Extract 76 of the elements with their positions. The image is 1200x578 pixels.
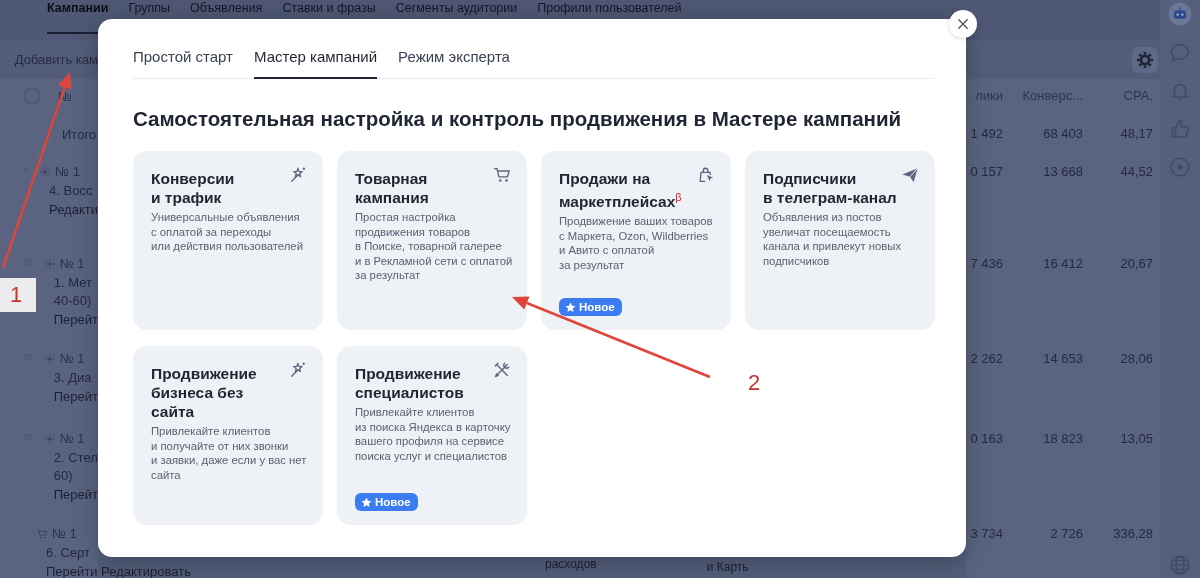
new-badge: Новое	[355, 493, 418, 511]
table-cell-text: 48,17	[1119, 125, 1153, 143]
card-description: Продвижение ваших товаров с Маркета, Ozon, Wildberries и Авито с оплатой за результат	[559, 214, 714, 273]
robot-avatar-icon[interactable]	[1168, 2, 1192, 26]
sparkle-icon	[39, 166, 52, 178]
table-cell-text: 20,67	[1119, 255, 1153, 273]
table-cell-text: 16 412	[1042, 255, 1084, 273]
annotation-number: 2	[747, 370, 762, 396]
row-action-link[interactable]: Перейт	[43, 310, 98, 330]
row-action-link[interactable]: Перейт	[43, 387, 98, 407]
new-badge: Новое	[559, 298, 622, 316]
close-icon	[957, 18, 969, 30]
paper-plane-icon	[901, 166, 919, 184]
magic-wand-icon	[289, 361, 307, 379]
table-cell-text: 13 668	[1042, 163, 1084, 181]
star-icon	[361, 496, 372, 508]
row-action-link[interactable]: Редакти	[39, 200, 98, 220]
mode-tab[interactable]: Мастер кампаний	[254, 47, 378, 79]
campaign-type-card[interactable]: Конверсии и трафик Универсальные объявления с оплатой за переходы или действия пользователей	[133, 151, 323, 330]
table-cell-text: 44,52	[1119, 163, 1153, 181]
card-title: Продвижение специалистов	[355, 364, 464, 402]
cell-text: и Карть	[706, 559, 749, 576]
table-cell-text: 2 726	[1049, 525, 1084, 543]
sparkle-icon	[43, 433, 56, 445]
table-cell-text: 28,06	[1119, 350, 1153, 368]
sparkle-icon	[43, 258, 56, 270]
campaign-name[interactable]: 3. Диа	[43, 369, 98, 387]
table-cell-text: 3 734	[969, 525, 1003, 543]
campaign-number: № 1	[52, 525, 77, 543]
row-action-link[interactable]: Перейти Редактировать	[36, 562, 191, 578]
card-description: Привлекайте клиентов из поиска Яндекса в карточку вашего профиля на сервисе поиска услуг и специалистов	[355, 405, 512, 463]
table-cell-text: 7 436	[969, 255, 1003, 273]
table-cell-text: 2 262	[969, 350, 1003, 368]
mode-tab[interactable]: Простой старт	[133, 47, 233, 79]
card-title: Продажи на маркетплейсах$^{β}$	[559, 169, 682, 212]
card-description: Привлекайте клиентов и получайте от них звонки и заявки, даже если у вас нет сайта	[151, 424, 308, 482]
card-title: Подписчики в телеграм-канал	[763, 169, 897, 207]
globe-icon[interactable]	[1169, 554, 1191, 576]
star-icon	[565, 301, 576, 313]
row-action-link[interactable]: Перейт	[43, 485, 98, 505]
campaign-type-card[interactable]: Товарная кампания Простая настройка продвижения товаров в Поиске, товарной галерее и в Рекламной сети с оплатой за результат	[337, 151, 527, 330]
card-title: Конверсии и трафик	[151, 169, 235, 207]
table-cell-text: 18 823	[1042, 430, 1084, 448]
campaign-name[interactable]: 4. Восс	[39, 182, 98, 200]
annotation-number: 1	[0, 278, 36, 312]
card-title: Продвижение бизнеса без сайта	[151, 364, 258, 421]
card-description: Простая настройка продвижения товаров в Поиске, товарной галерее и в Рекламной сети с оплатой за результат	[355, 210, 514, 283]
campaign-type-card[interactable]: Подписчики в телеграм-канал Объявления из постов увеличат посещаемость канала и привлекут новых подписчиков	[745, 151, 935, 330]
table-cell-text: 68 403	[1042, 125, 1084, 143]
total-label: Итого	[62, 126, 97, 142]
table-cell-text: 0 157	[969, 163, 1003, 181]
tools-icon	[493, 361, 511, 379]
table-cell-text: 1 492	[969, 125, 1003, 143]
table-cell-text: 0 163	[969, 430, 1003, 448]
card-description: Универсальные объявления с оплатой за переходы или действия пользователей	[151, 210, 304, 254]
dialog-heading: Самостоятельная настройка и контроль продвижения в Мастере кампаний	[133, 107, 903, 131]
campaign-type-card[interactable]: Продажи на маркетплейсах$^{β}$ Продвижение ваших товаров с Маркета, Ozon, Wildberries и Авито с оплатой за результат Новое	[541, 151, 731, 330]
cart-icon	[36, 528, 48, 540]
campaign-type-card[interactable]: Продвижение специалистов Привлекайте клиентов из поиска Яндекса в карточку вашего профиля на сервисе поиска услуг и специалистов Новое	[337, 346, 527, 525]
cell-text: расходов	[545, 557, 597, 573]
table-cell-text: 13,05	[1119, 430, 1153, 448]
card-title: Товарная кампания	[355, 169, 429, 207]
mode-tab[interactable]: Режим эксперта	[398, 47, 510, 79]
cart-icon	[493, 166, 511, 184]
settings-button[interactable]	[1132, 46, 1158, 73]
campaign-number: № 1	[55, 163, 80, 181]
magic-wand-icon	[289, 166, 307, 184]
table-cell-text: 14 653	[1042, 350, 1084, 368]
campaign-name[interactable]: 2. Стел 60)	[43, 449, 98, 485]
card-description: Объявления из постов увеличат посещаемость канала и привлекут новых подписчиков	[763, 210, 903, 268]
campaign-type-card[interactable]: Продвижение бизнеса без сайта Привлекайте клиентов и получайте от них звонки и заявки, даже если у вас нет сайта	[133, 346, 323, 525]
shopping-bag-icon	[697, 166, 715, 184]
sparkle-icon	[43, 353, 56, 365]
settings-icon	[1136, 50, 1154, 69]
table-cell-text: 336,28	[1112, 525, 1153, 543]
campaign-name[interactable]: 1. Мет 40-60)	[43, 274, 98, 310]
